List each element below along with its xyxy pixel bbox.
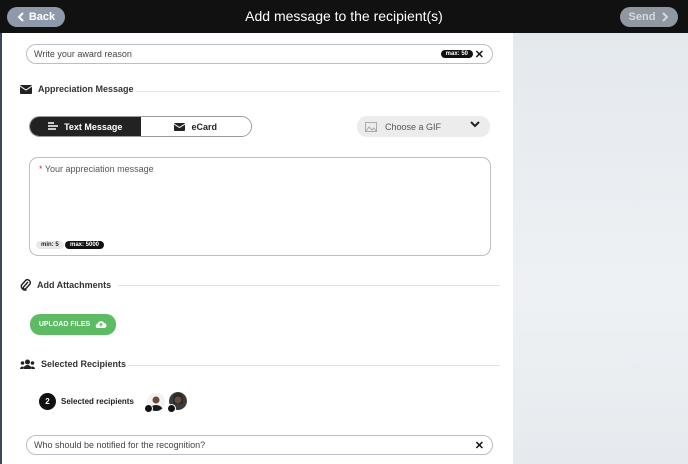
clear-icon[interactable]: ✕ <box>475 48 484 61</box>
recipients-label: Selected recipients <box>61 397 134 406</box>
cloud-upload-icon <box>95 321 107 329</box>
max-length-badge: max: 5000 <box>65 241 105 249</box>
upload-files-label: UPLOAD FILES <box>38 321 91 328</box>
chevron-down-icon <box>470 121 480 128</box>
attachments-heading: Add Attachments <box>20 279 111 291</box>
gif-select[interactable]: Choose a GIF <box>357 116 490 137</box>
tab-ecard[interactable]: eCard <box>140 117 251 136</box>
divider <box>128 365 500 366</box>
recipients-heading-label: Selected Recipients <box>41 359 127 369</box>
remove-recipient-icon[interactable] <box>167 404 176 413</box>
text-lines-icon <box>48 122 59 130</box>
page-title: Add message to the recipient(s) <box>245 8 443 24</box>
remove-recipient-icon[interactable] <box>144 404 153 413</box>
required-marker: * <box>39 164 43 174</box>
divider <box>136 91 500 92</box>
appreciation-heading-label: Appreciation Message <box>38 84 134 94</box>
notify-placeholder: Who should be notified for the recogniti… <box>34 440 206 450</box>
send-button[interactable]: Send <box>620 7 678 27</box>
tab-text-message[interactable]: Text Message <box>30 117 141 136</box>
users-icon <box>20 359 35 369</box>
tab-ecard-label: eCard <box>191 121 217 132</box>
top-bar: Back Add message to the recipient(s) Sen… <box>0 0 688 33</box>
envelope-icon <box>174 122 186 131</box>
paperclip-icon <box>20 279 31 291</box>
award-reason-input[interactable]: Write your award reason max: 50 ✕ <box>26 44 493 64</box>
clear-icon[interactable]: ✕ <box>475 439 484 452</box>
gif-select-label: Choose a GIF <box>385 121 442 132</box>
form-panel: Write your award reason max: 50 ✕ Apprec… <box>0 33 513 464</box>
recipients-count-badge: 2 <box>39 393 56 410</box>
appreciation-heading: Appreciation Message <box>20 84 134 94</box>
send-label: Send <box>628 11 656 23</box>
chevron-right-icon <box>662 12 669 22</box>
background-area <box>513 33 688 464</box>
divider <box>118 285 500 286</box>
upload-files-button[interactable]: UPLOAD FILES <box>30 314 116 335</box>
message-type-toggle: Text Message eCard <box>29 116 252 137</box>
award-reason-placeholder: Write your award reason <box>34 49 132 59</box>
attachments-heading-label: Add Attachments <box>37 280 112 290</box>
message-placeholder-row: * Your appreciation message <box>39 164 154 174</box>
max-length-badge: max: 50 <box>440 50 473 58</box>
tab-text-message-label: Text Message <box>64 121 123 132</box>
image-icon <box>365 121 377 132</box>
envelope-icon <box>20 84 32 94</box>
min-length-badge: min: 5 <box>36 241 64 249</box>
recipients-heading: Selected Recipients <box>20 359 126 369</box>
notify-input[interactable]: Who should be notified for the recogniti… <box>26 435 493 455</box>
appreciation-message-textarea[interactable]: * Your appreciation message min: 5 max: … <box>29 157 491 256</box>
message-placeholder: Your appreciation message <box>44 164 154 174</box>
